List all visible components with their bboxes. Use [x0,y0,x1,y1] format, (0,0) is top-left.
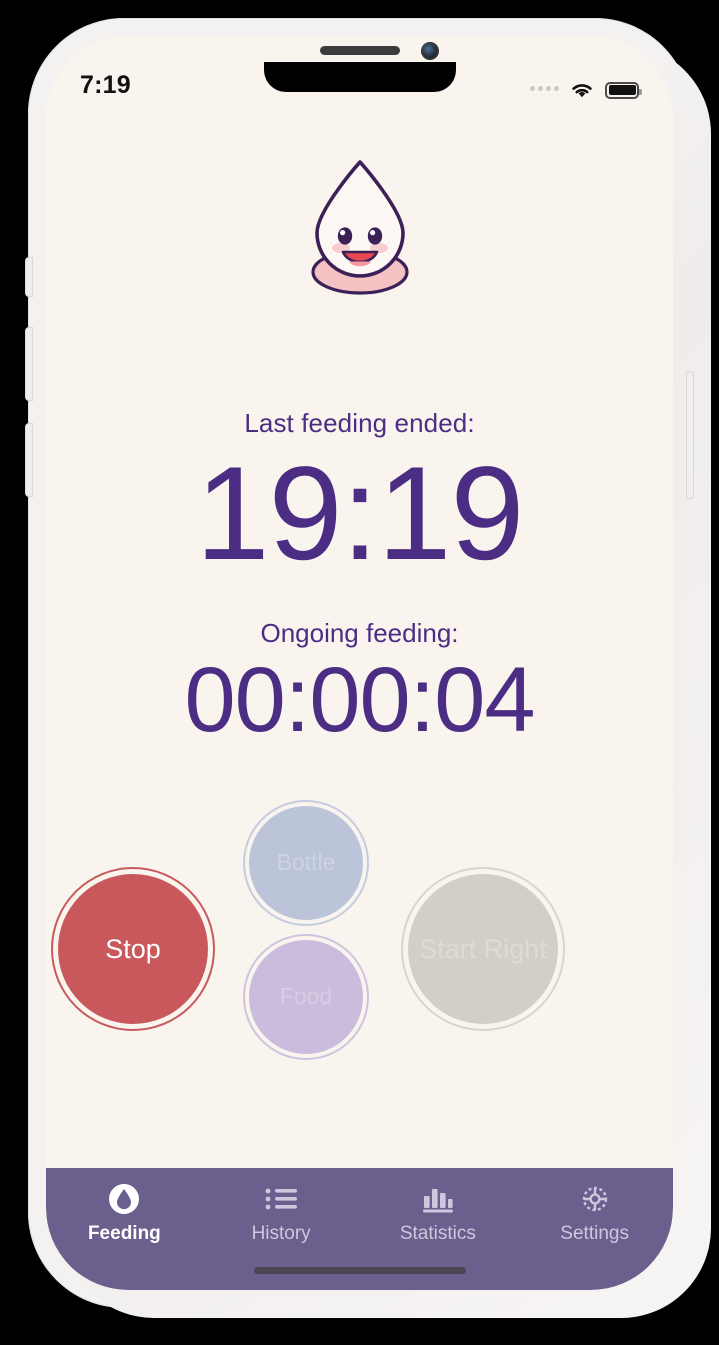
tab-history[interactable]: History [203,1182,360,1245]
last-feeding-label: Last feeding ended: [244,408,475,438]
tab-bar: Feeding History Statistics Settings [46,1168,673,1290]
tab-feeding-label: Feeding [87,1223,161,1244]
silent-switch-button[interactable] [26,258,32,296]
bottle-button[interactable]: Bottle [249,806,363,920]
tab-history-label: History [251,1223,311,1244]
bottle-button-label: Bottle [276,849,336,876]
ongoing-feeding-label: Ongoing feeding: [260,618,459,648]
tab-settings-label: Settings [560,1223,629,1244]
tab-settings[interactable]: Settings [516,1182,673,1245]
bar-chart-icon [421,1182,455,1216]
start-right-button-label: Start Right [419,933,547,964]
stop-button[interactable]: Stop [58,874,208,1024]
tab-feeding[interactable]: Feeding [46,1182,203,1245]
list-icon [264,1182,298,1216]
food-button[interactable]: Food [249,940,363,1054]
ongoing-feeding-timer: 00:00:04 [184,649,535,751]
gear-icon [578,1182,612,1216]
milk-drop-mascot-icon [285,148,435,298]
last-feeding-time: 19:19 [195,440,525,588]
app-root: Last feeding ended: 19:19 Ongoing feedin… [46,36,673,1290]
feeding-screen-content: Last feeding ended: 19:19 Ongoing feedin… [46,36,673,1290]
screenshot-stage: 7:19 Last feeding ended: 19:19 Ongoing f… [0,0,719,1345]
start-right-button[interactable]: Start Right [408,874,558,1024]
volume-up-button[interactable] [26,328,32,400]
stop-button-label: Stop [105,933,161,964]
food-button-label: Food [279,983,333,1010]
phone-screen: 7:19 Last feeding ended: 19:19 Ongoing f… [46,36,673,1290]
tab-statistics[interactable]: Statistics [360,1182,517,1245]
home-indicator[interactable] [253,1267,466,1274]
tab-statistics-label: Statistics [399,1223,476,1244]
volume-down-button[interactable] [26,424,32,496]
drop-icon [107,1182,141,1216]
power-button[interactable] [687,372,693,498]
